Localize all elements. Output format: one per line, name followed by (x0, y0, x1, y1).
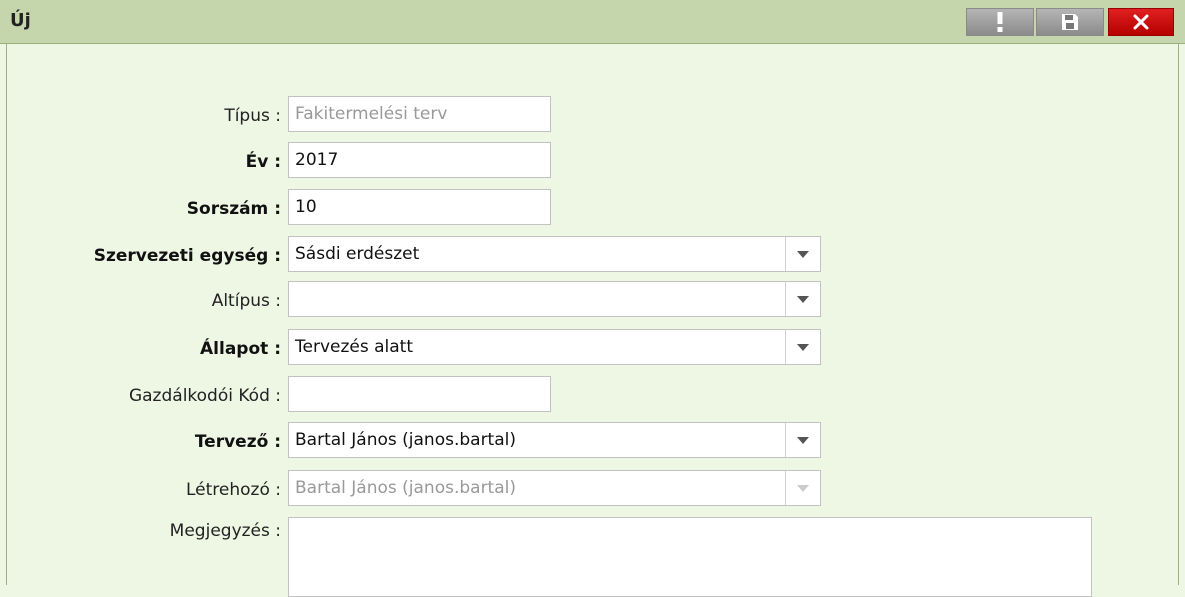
tervezo-label: Tervező : (194, 432, 281, 452)
ev-label: Év : (245, 152, 281, 172)
tipus-field: Fakitermelési terv (288, 96, 551, 132)
sorszam-label: Sorszám : (186, 199, 281, 219)
close-icon (1133, 14, 1149, 30)
close-button[interactable] (1108, 8, 1174, 36)
tipus-label: Típus : (224, 106, 281, 126)
szervezeti-egyseg-select[interactable]: Sásdi erdészet (288, 236, 821, 272)
dropdown-button[interactable] (785, 237, 820, 271)
window-title: Új (10, 10, 31, 31)
tipus-value: Fakitermelési terv (295, 104, 448, 124)
gazdalkodoi-kod-field[interactable] (288, 376, 551, 412)
szervezeti-egyseg-value: Sásdi erdészet (295, 244, 420, 264)
allapot-select[interactable]: Tervezés alatt (288, 329, 821, 365)
chevron-down-icon (797, 436, 809, 444)
chevron-down-icon (797, 295, 809, 303)
chevron-down-icon (797, 343, 809, 351)
dropdown-button[interactable] (785, 423, 820, 457)
exclamation-icon (997, 12, 1003, 32)
sorszam-value: 10 (295, 197, 317, 217)
megjegyzes-label: Megjegyzés : (169, 521, 281, 541)
title-bar: Új (0, 0, 1185, 44)
letrehozo-select: Bartal János (janos.bartal) (288, 470, 821, 506)
ev-field[interactable]: 2017 (288, 142, 551, 178)
save-button[interactable] (1036, 8, 1104, 36)
dropdown-button[interactable] (785, 330, 820, 364)
gazdalkodoi-kod-label: Gazdálkodói Kód : (128, 386, 281, 406)
letrehozo-label: Létrehozó : (185, 480, 281, 500)
tervezo-value: Bartal János (janos.bartal) (295, 430, 516, 450)
megjegyzes-textarea[interactable] (288, 517, 1092, 597)
dropdown-button (785, 471, 820, 505)
allapot-label: Állapot : (200, 339, 281, 359)
floppy-disk-icon (1062, 14, 1078, 30)
ev-value: 2017 (295, 150, 339, 170)
tervezo-select[interactable]: Bartal János (janos.bartal) (288, 422, 821, 458)
warning-button[interactable] (966, 8, 1034, 36)
altipus-select[interactable] (288, 281, 821, 317)
szervezeti-egyseg-label: Szervezeti egység : (93, 246, 281, 266)
chevron-down-icon (797, 484, 809, 492)
letrehozo-value: Bartal János (janos.bartal) (295, 478, 516, 498)
altipus-label: Altípus : (211, 291, 281, 311)
sorszam-field[interactable]: 10 (288, 189, 551, 225)
allapot-value: Tervezés alatt (295, 337, 413, 357)
dropdown-button[interactable] (785, 282, 820, 316)
chevron-down-icon (797, 250, 809, 258)
